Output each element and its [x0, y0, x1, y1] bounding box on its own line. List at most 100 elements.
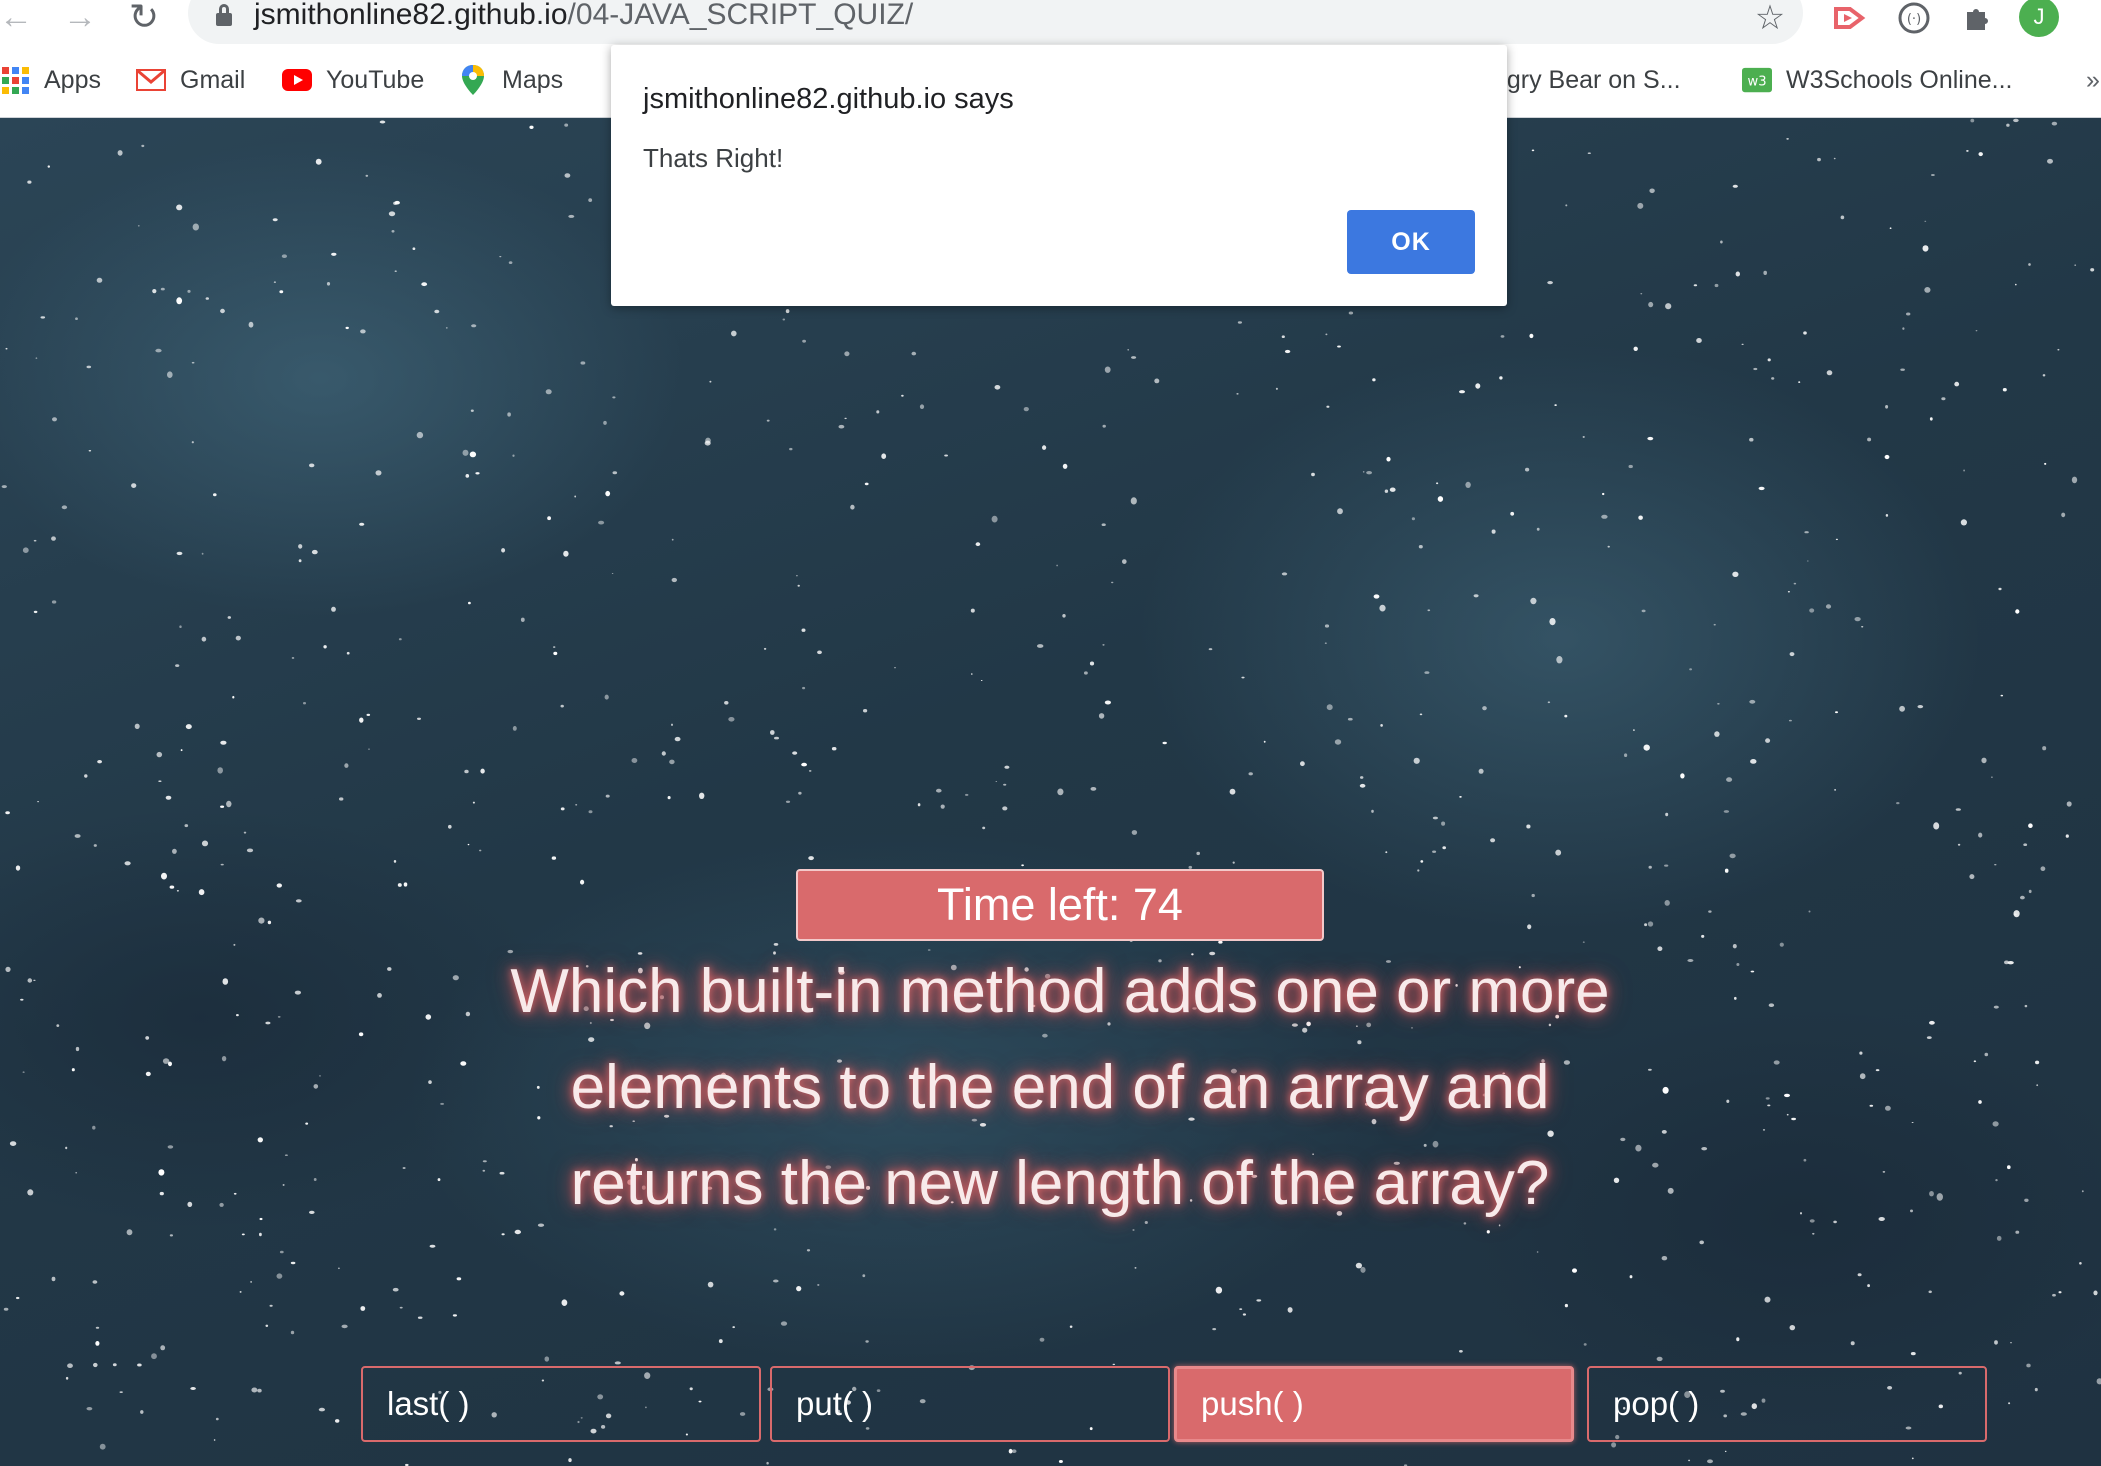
star-speck [112, 1363, 117, 1367]
star-speck [445, 327, 448, 329]
answer-button-pop[interactable]: pop( ) [1587, 1366, 1987, 1442]
star-speck [2096, 1378, 2101, 1385]
star-speck [1767, 1104, 1771, 1107]
star-speck [789, 447, 793, 451]
bookmark-gmail[interactable]: Gmail [136, 58, 245, 102]
bookmark-star-icon[interactable]: ☆ [1750, 0, 1790, 38]
star-speck [95, 1326, 100, 1329]
star-speck [1779, 942, 1784, 947]
star-speck [1437, 496, 1444, 502]
bookmark-label: Apps [44, 65, 101, 94]
star-speck [1701, 934, 1705, 938]
star-speck [365, 174, 369, 177]
star-speck [251, 1387, 258, 1393]
star-speck [22, 1071, 25, 1073]
extension-red-icon[interactable] [1829, 0, 1869, 38]
bookmark-maps[interactable]: Maps [458, 58, 563, 102]
star-speck [1664, 864, 1669, 867]
star-speck [259, 1232, 262, 1237]
star-speck [1380, 724, 1383, 727]
star-speck [671, 538, 674, 541]
star-speck [1355, 1262, 1362, 1269]
star-speck [2052, 1293, 2056, 1297]
extensions-puzzle-icon[interactable] [1957, 0, 1997, 38]
star-speck [669, 759, 675, 765]
star-speck [1628, 464, 1633, 469]
star-speck [1978, 832, 1983, 838]
star-speck [399, 1306, 403, 1309]
forward-arrow-icon[interactable]: → [60, 0, 100, 34]
star-speck [220, 740, 227, 745]
profile-avatar[interactable]: J [2019, 0, 2059, 37]
bookmark-hungry-bear[interactable]: ıngry Bear on S... [1486, 58, 1681, 102]
star-speck [1729, 853, 1736, 859]
star-speck [1359, 783, 1366, 788]
star-speck [1911, 1122, 1914, 1123]
star-speck [1736, 963, 1740, 966]
star-speck [1661, 1256, 1668, 1261]
star-speck [462, 449, 469, 456]
answer-button-last[interactable]: last( ) [361, 1366, 761, 1442]
star-speck [236, 1014, 239, 1017]
star-speck [1459, 796, 1462, 798]
star-speck [970, 608, 975, 613]
star-speck [452, 975, 459, 981]
star-speck [282, 1184, 285, 1186]
star-speck [709, 380, 712, 383]
star-speck [1241, 676, 1245, 679]
ok-button[interactable]: OK [1347, 210, 1475, 274]
star-speck [1256, 1299, 1262, 1302]
star-speck [475, 472, 480, 475]
star-speck [167, 1145, 174, 1149]
youtube-icon [282, 65, 312, 95]
star-speck [56, 1024, 60, 1027]
star-speck [551, 856, 557, 860]
star-speck [1924, 220, 1927, 222]
star-speck [844, 417, 847, 420]
star-speck [198, 889, 205, 896]
star-speck [1929, 1191, 1934, 1197]
star-speck [137, 225, 140, 227]
star-speck [169, 885, 175, 889]
star-speck [512, 454, 515, 457]
star-speck [5, 347, 8, 350]
star-speck [1547, 701, 1551, 704]
star-speck [763, 647, 767, 650]
star-speck [1732, 571, 1739, 577]
bookmark-apps[interactable]: Apps [0, 58, 101, 102]
extension-circle-icon[interactable]: (·) [1894, 0, 1934, 38]
url-text[interactable]: jsmithonline82.github.io/04-JAVA_SCRIPT_… [254, 0, 913, 32]
star-speck [1994, 864, 1997, 866]
star-speck [980, 680, 983, 681]
back-arrow-icon[interactable]: ← [0, 0, 36, 34]
star-speck [35, 357, 38, 359]
star-speck [1565, 204, 1568, 207]
bookmark-youtube[interactable]: YouTube [282, 58, 424, 102]
star-speck [220, 863, 224, 866]
star-speck [1773, 1060, 1780, 1065]
star-speck [22, 547, 29, 553]
answer-button-put[interactable]: put( ) [770, 1366, 1170, 1442]
star-speck [1325, 333, 1328, 336]
star-speck [377, 993, 382, 998]
bookmark-w3schools[interactable]: w3 W3Schools Online... [1742, 58, 2013, 102]
star-speck [1808, 910, 1811, 913]
star-speck [1212, 1328, 1217, 1331]
reload-icon[interactable]: ↻ [124, 0, 164, 35]
bookmarks-overflow-button[interactable]: » [2086, 58, 2100, 102]
star-speck [416, 431, 424, 439]
star-speck [940, 804, 945, 809]
star-speck [1131, 356, 1137, 359]
star-speck [1337, 508, 1343, 515]
star-speck [27, 978, 33, 983]
star-speck [176, 297, 183, 305]
star-speck [1688, 1459, 1691, 1462]
star-speck [1699, 1240, 1704, 1245]
star-speck [1954, 381, 1960, 387]
star-speck [180, 749, 183, 752]
star-speck [294, 990, 301, 995]
answer-button-push[interactable]: push( ) [1174, 1366, 1574, 1442]
star-speck [1556, 656, 1563, 664]
star-speck [1281, 335, 1285, 338]
star-speck [1531, 893, 1535, 898]
